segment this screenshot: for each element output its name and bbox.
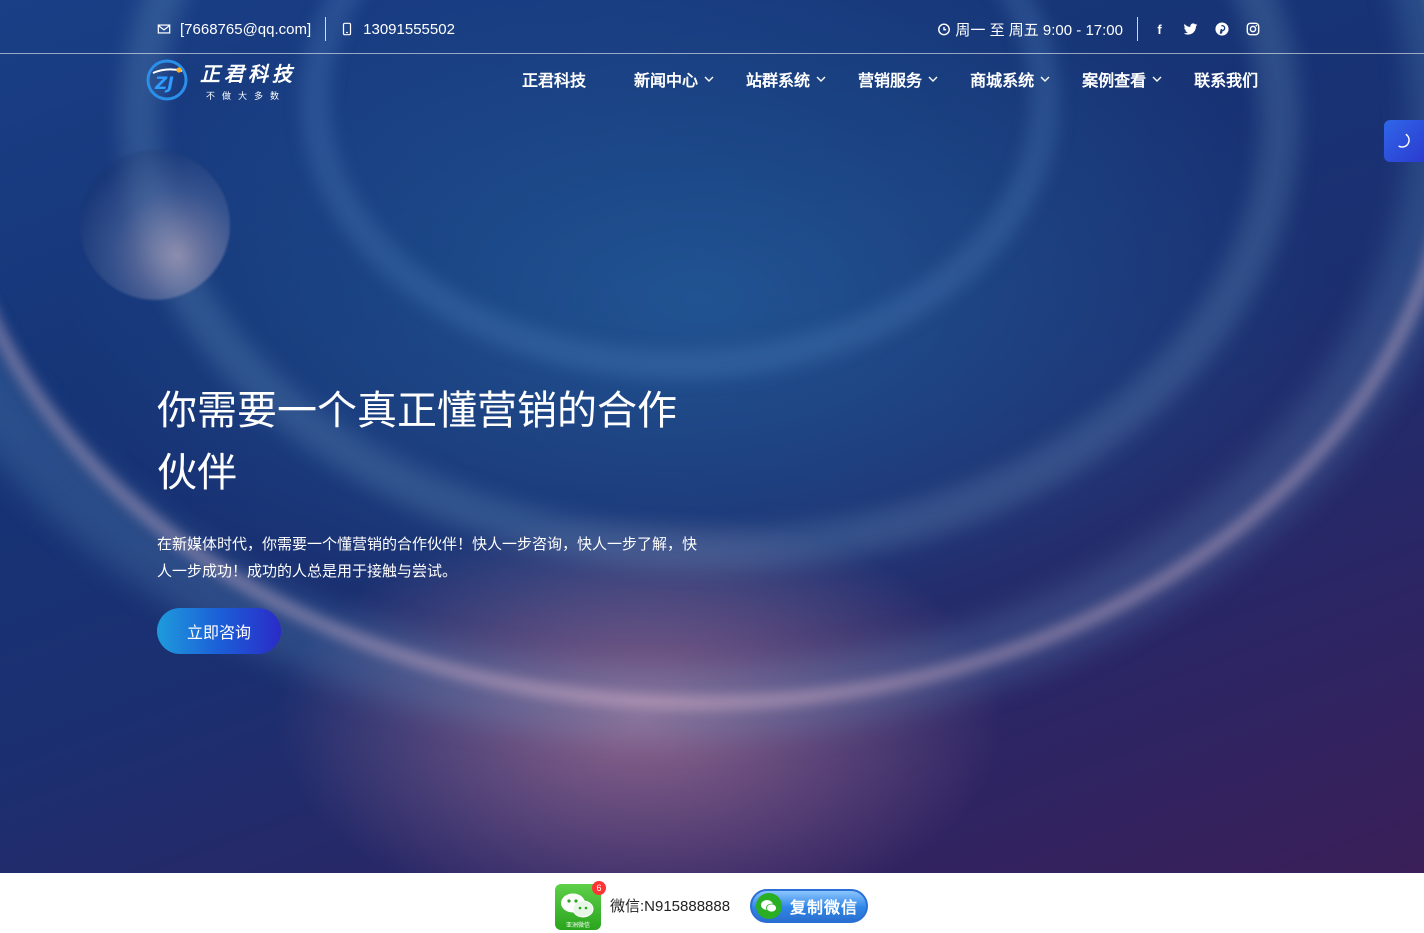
hours-text: 周一 至 周五 9:00 - 17:00: [955, 21, 1123, 39]
email-text: [7668765@qq.com]: [180, 20, 312, 38]
chevron-down-icon: [1152, 76, 1162, 82]
logo-name: 正君科技: [200, 62, 296, 86]
phone-text: 13091555502: [363, 20, 455, 38]
chevron-down-icon: [816, 76, 826, 82]
mail-icon: [157, 24, 171, 34]
nav-item-news[interactable]: 新闻中心: [634, 66, 714, 92]
divider: [1137, 17, 1138, 41]
business-hours: 周一 至 周五 9:00 - 17:00: [937, 19, 1123, 40]
nav-item-label: 联系我们: [1194, 73, 1259, 90]
divider: [325, 17, 327, 41]
wechat-icon: [756, 893, 782, 919]
main-nav: 正君科技 新闻中心 站群系统 营销服务 商城系统 案例查看 联系我们: [522, 66, 1258, 92]
nav-item-site-group[interactable]: 站群系统: [746, 66, 826, 92]
dark-mode-toggle[interactable]: [1384, 120, 1424, 162]
consult-now-button[interactable]: 立即咨询: [157, 608, 281, 654]
wechat-app-caption: 亚洲微信: [566, 921, 590, 929]
hero-description: 在新媒体时代，你需要一个懂营销的合作伙伴！快人一步咨询，快人一步了解，快人一步成…: [157, 536, 698, 580]
nav-item-label: 新闻中心: [634, 73, 699, 90]
top-info-bar: [7668765@qq.com] 13091555502 周一 至 周五 9:0…: [0, 0, 1424, 54]
site-logo[interactable]: ZJ 正君科技 不做大多数: [146, 58, 296, 102]
phone-icon: [343, 22, 352, 36]
logo-slogan: 不做大多数: [206, 91, 287, 101]
copy-wechat-label: 复制微信: [790, 900, 859, 917]
moon-icon: [1398, 133, 1410, 148]
wechat-contact-bar: 亚洲微信 6 微信:N915888888 复制微信: [0, 873, 1424, 933]
contact-phone[interactable]: 13091555502: [340, 21, 455, 38]
hero-banner: [7668765@qq.com] 13091555502 周一 至 周五 9:0…: [0, 0, 1424, 873]
hero-title-line: 伙伴: [157, 451, 237, 495]
social-links: f: [1152, 22, 1260, 37]
nav-item-label: 商城系统: [970, 73, 1035, 90]
nav-item-label: 案例查看: [1082, 73, 1147, 90]
nav-item-label: 站群系统: [746, 73, 811, 90]
notification-badge: 6: [592, 881, 606, 895]
chevron-down-icon: [704, 76, 714, 82]
wechat-id-label: 微信:N915888888: [610, 898, 731, 915]
pinterest-icon[interactable]: [1214, 22, 1229, 37]
nav-item-marketing[interactable]: 营销服务: [858, 66, 938, 92]
contact-email[interactable]: [7668765@qq.com]: [157, 21, 311, 38]
nav-item-mall[interactable]: 商城系统: [970, 66, 1050, 92]
nav-item-home[interactable]: 正君科技: [522, 66, 586, 92]
hero-title: 你需要一个真正懂营销的合作 伙伴: [157, 380, 717, 504]
instagram-icon[interactable]: [1245, 22, 1260, 37]
nav-item-contact[interactable]: 联系我们: [1194, 66, 1258, 92]
background-sphere: [80, 150, 230, 300]
nav-item-label: 营销服务: [858, 73, 923, 90]
clock-icon: [938, 23, 951, 36]
twitter-icon[interactable]: [1183, 22, 1198, 37]
chevron-down-icon: [928, 76, 938, 82]
nav-item-cases[interactable]: 案例查看: [1082, 66, 1162, 92]
copy-wechat-button[interactable]: 复制微信: [750, 889, 868, 923]
chevron-down-icon: [1040, 76, 1050, 82]
facebook-icon[interactable]: f: [1152, 22, 1167, 37]
logo-mark-text: ZJ: [154, 74, 174, 94]
logo-mark-icon: ZJ: [146, 59, 188, 101]
hero-title-line: 你需要一个真正懂营销的合作: [157, 389, 677, 433]
nav-item-label: 正君科技: [522, 73, 587, 90]
